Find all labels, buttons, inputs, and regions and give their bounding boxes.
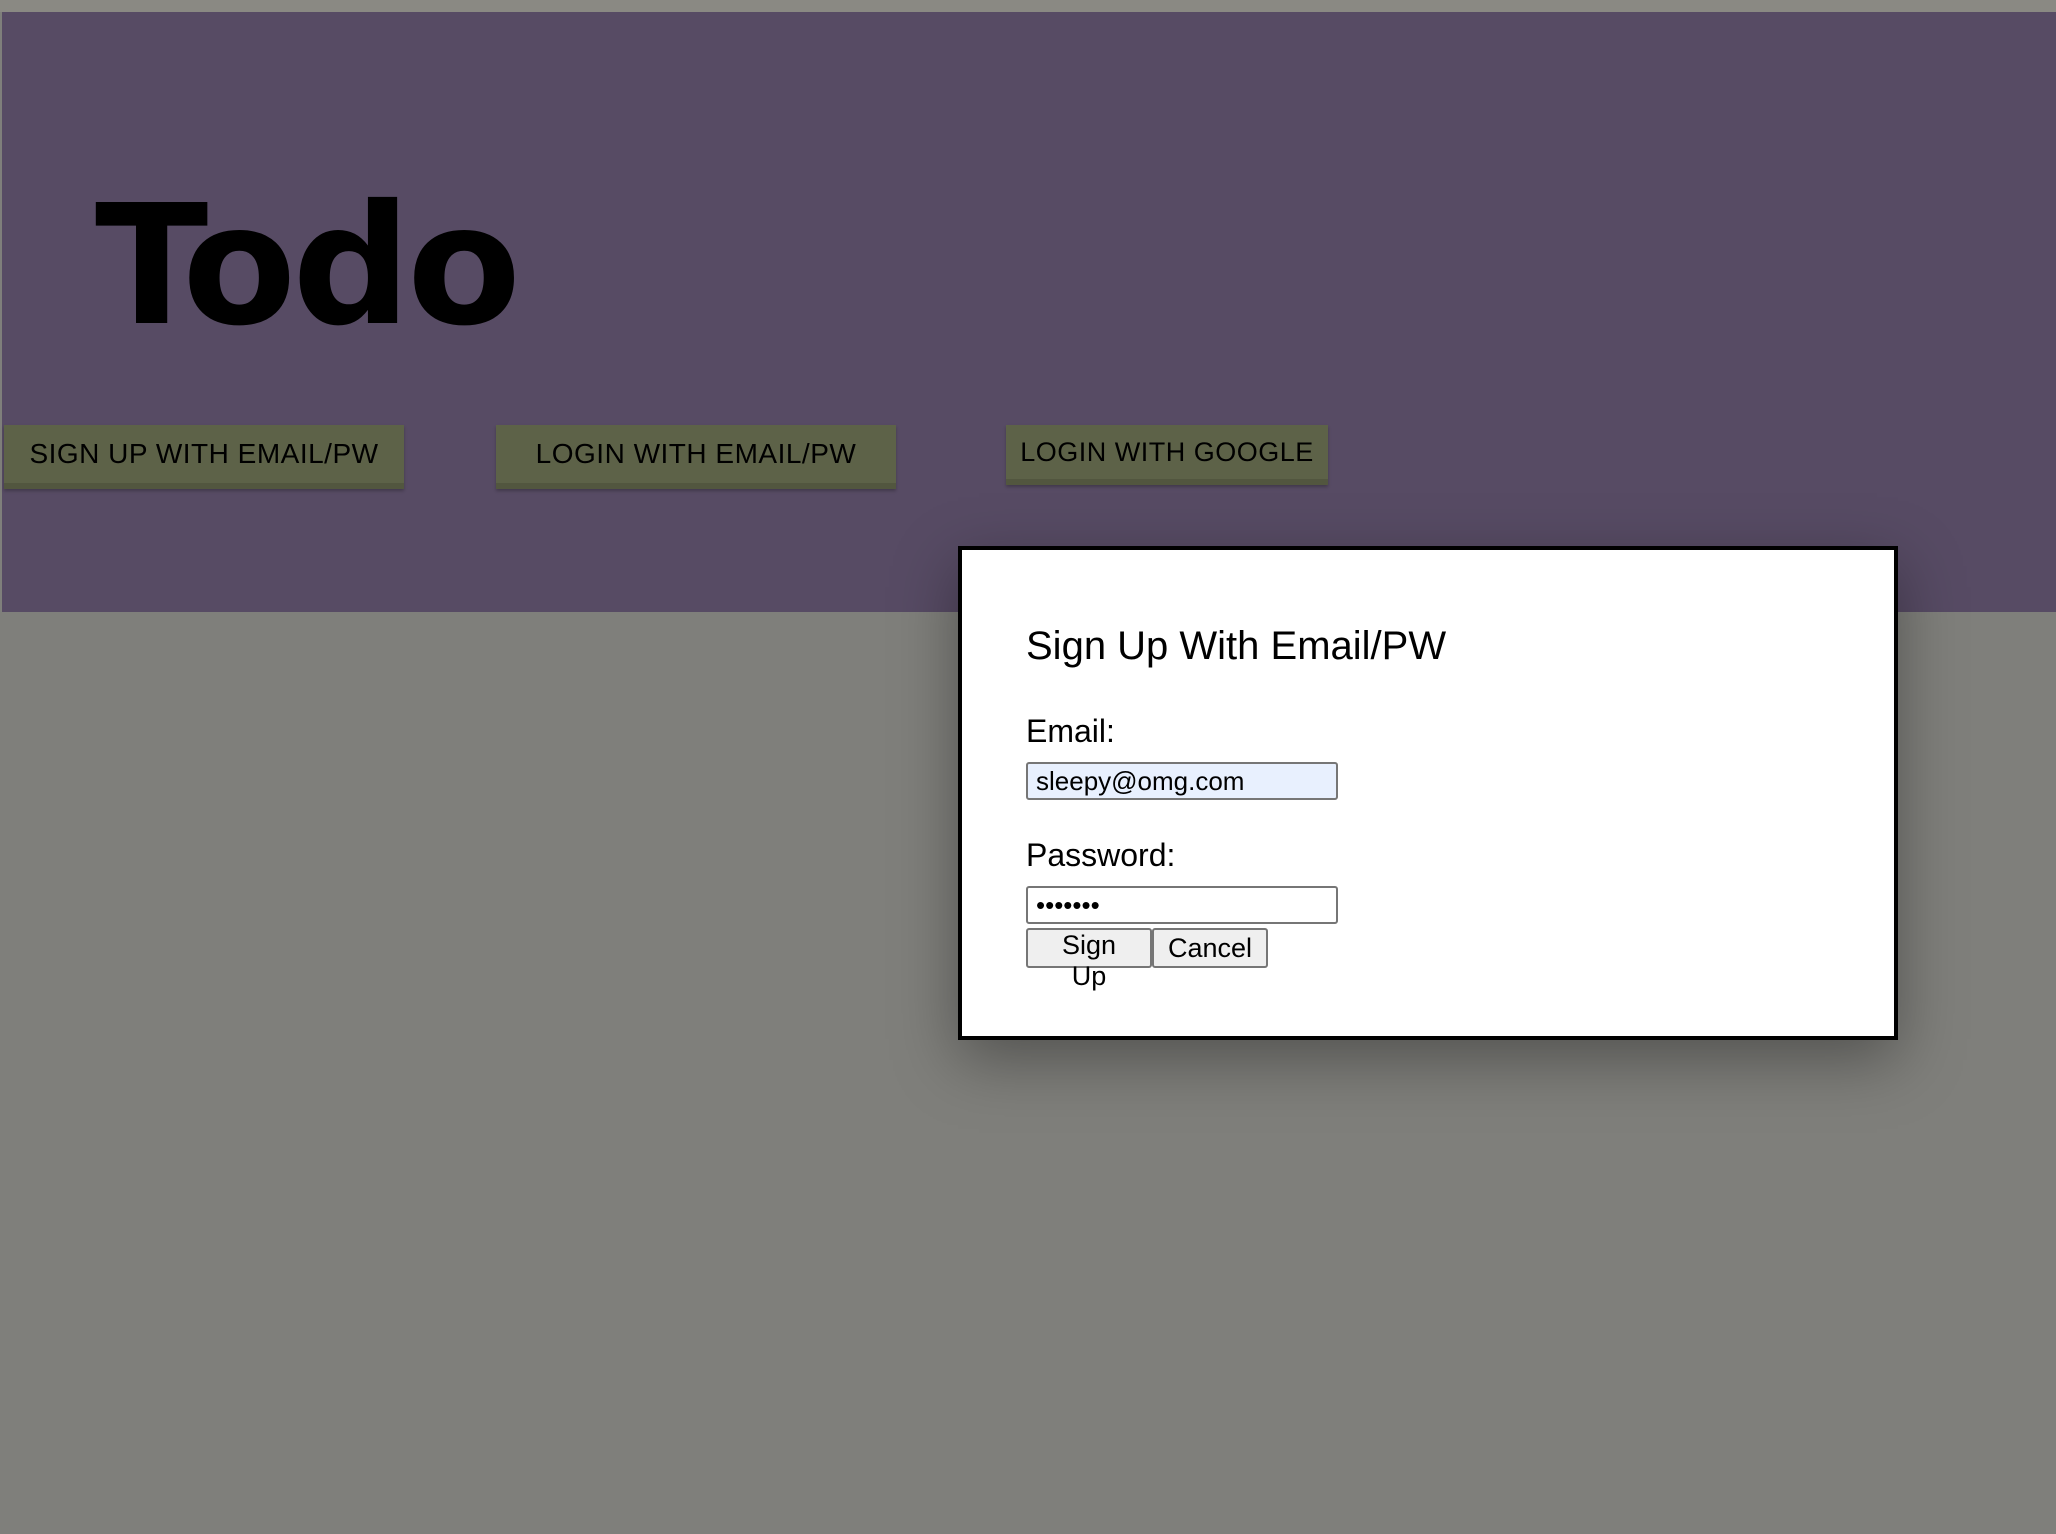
top-strip: [0, 0, 2056, 12]
password-label: Password:: [1026, 837, 1176, 873]
email-label: Email:: [1026, 713, 1115, 749]
modal-title: Sign Up With Email/PW: [1026, 624, 1447, 668]
sign-up-button[interactable]: Sign Up: [1026, 928, 1152, 991]
login-google-button[interactable]: LOGIN WITH GOOGLE: [1006, 425, 1328, 485]
password-field[interactable]: [1026, 886, 1338, 924]
app-header: Todo SIGN UP WITH EMAIL/PW LOGIN WITH EM…: [2, 12, 2056, 612]
sign-up-modal: Sign Up With Email/PW Email: Password: S…: [958, 546, 1898, 1040]
email-field[interactable]: [1026, 762, 1338, 800]
login-email-button[interactable]: LOGIN WITH EMAIL/PW: [496, 425, 896, 489]
sign-up-email-button[interactable]: SIGN UP WITH EMAIL/PW: [4, 425, 404, 489]
cancel-button[interactable]: Cancel: [1152, 928, 1268, 968]
page: Todo SIGN UP WITH EMAIL/PW LOGIN WITH EM…: [0, 0, 2056, 1534]
app-title: Todo: [95, 170, 521, 363]
